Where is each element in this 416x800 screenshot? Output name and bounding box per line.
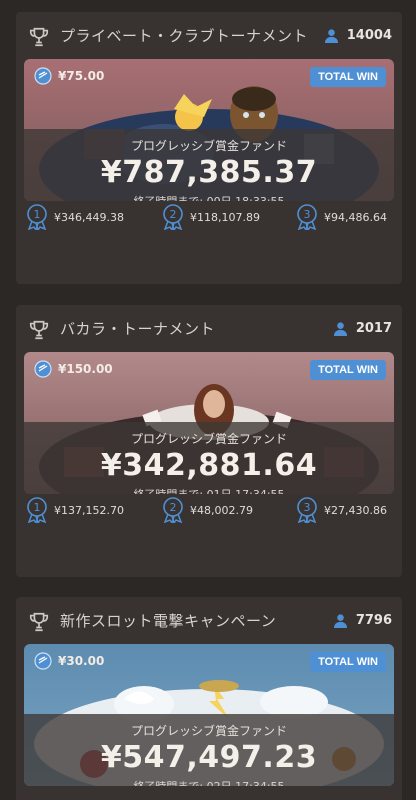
svg-text:3: 3	[304, 208, 311, 221]
medal-3-icon: 3	[297, 204, 317, 230]
tournament-card-1[interactable]: プライベート・クラブトーナメント 14004 ¥75.00 TOTAL WIN …	[16, 12, 402, 284]
fund-label: プログレッシブ賞金ファンド	[130, 724, 287, 738]
prize-2: 2 ¥118,107.89	[162, 204, 260, 230]
prize-1-value: ¥137,152.70	[54, 503, 124, 517]
medal-2-icon: 2	[163, 497, 183, 523]
prize-1: 1 ¥137,152.70	[26, 497, 124, 523]
medal-1-icon: 1	[27, 497, 47, 523]
tournament-title: バカラ・トーナメント	[60, 320, 216, 338]
prize-1-value: ¥346,449.38	[54, 210, 124, 224]
total-win-badge: TOTAL WIN	[310, 652, 386, 672]
trophy-icon	[29, 27, 49, 47]
entry-bet-value: ¥30.00	[58, 654, 105, 668]
prize-2: 2 ¥48,002.79	[162, 497, 253, 523]
prize-3: 3 ¥27,430.86	[296, 497, 387, 523]
user-icon	[333, 322, 347, 336]
prize-1: 1 ¥346,449.38	[26, 204, 124, 230]
total-win-badge: TOTAL WIN	[310, 360, 386, 380]
svg-text:2: 2	[170, 208, 177, 221]
prize-3-value: ¥27,430.86	[324, 503, 387, 517]
coin-icon	[34, 67, 52, 85]
coin-icon	[34, 652, 52, 670]
svg-text:2: 2	[170, 501, 177, 514]
prize-2-value: ¥118,107.89	[190, 210, 260, 224]
svg-text:3: 3	[304, 501, 311, 514]
prize-list: 1 ¥346,449.38 2 ¥118,107.89 3 ¥94,486.64	[16, 204, 402, 240]
card-header: プライベート・クラブトーナメント 14004	[16, 12, 402, 60]
time-remaining: 終了時間まで: 02日 17:34:55	[24, 778, 394, 786]
fund-label: プログレッシブ賞金ファンド	[130, 139, 287, 153]
tournament-title: プライベート・クラブトーナメント	[60, 27, 309, 45]
jackpot-amount: ¥787,385.37	[100, 155, 318, 190]
coin-icon	[34, 360, 52, 378]
jackpot-amount: ¥547,497.23	[100, 740, 318, 775]
total-win-badge: TOTAL WIN	[310, 67, 386, 87]
svg-text:1: 1	[34, 501, 41, 514]
entry-bet: ¥75.00	[34, 67, 104, 85]
trophy-icon	[29, 320, 49, 340]
user-icon	[324, 29, 338, 43]
player-count: 7796	[333, 613, 392, 628]
tournament-banner[interactable]: ¥150.00 TOTAL WIN プログレッシブ賞金ファンド ¥342,881…	[24, 352, 394, 494]
medal-2-icon: 2	[163, 204, 183, 230]
entry-bet-value: ¥150.00	[58, 362, 113, 376]
medal-3-icon: 3	[297, 497, 317, 523]
prize-3: 3 ¥94,486.64	[296, 204, 387, 230]
tournament-title: 新作スロット電撃キャンペーン	[60, 612, 277, 630]
entry-bet-value: ¥75.00	[58, 69, 105, 83]
player-count: 14004	[324, 28, 392, 43]
time-remaining: 終了時間まで: 01日 17:34:55	[24, 486, 394, 494]
tournament-banner[interactable]: ¥75.00 TOTAL WIN プログレッシブ賞金ファンド ¥787,385.…	[24, 59, 394, 201]
jackpot-amount: ¥342,881.64	[100, 448, 318, 483]
user-icon	[333, 614, 347, 628]
fund-label: プログレッシブ賞金ファンド	[130, 432, 287, 446]
tournament-card-3[interactable]: 新作スロット電撃キャンペーン 7796 ¥30.00 TOTAL WIN プログ…	[16, 597, 402, 800]
player-count-value: 2017	[355, 321, 392, 336]
entry-bet: ¥30.00	[34, 652, 104, 670]
entry-bet: ¥150.00	[34, 360, 113, 378]
prize-2-value: ¥48,002.79	[190, 503, 253, 517]
player-count-value: 14004	[346, 28, 392, 43]
medal-1-icon: 1	[27, 204, 47, 230]
tournament-card-2[interactable]: バカラ・トーナメント 2017 ¥150.00 TOTAL WIN プログレッシ…	[16, 305, 402, 577]
player-count: 2017	[333, 321, 392, 336]
player-count-value: 7796	[355, 613, 392, 628]
trophy-icon	[29, 612, 49, 632]
card-header: 新作スロット電撃キャンペーン 7796	[16, 597, 402, 645]
svg-text:1: 1	[34, 208, 41, 221]
tournament-banner[interactable]: ¥30.00 TOTAL WIN プログレッシブ賞金ファンド ¥547,497.…	[24, 644, 394, 786]
prize-list: 1 ¥137,152.70 2 ¥48,002.79 3 ¥27,430.86	[16, 497, 402, 533]
prize-3-value: ¥94,486.64	[324, 210, 387, 224]
card-header: バカラ・トーナメント 2017	[16, 305, 402, 353]
time-remaining: 終了時間まで: 00日 18:33:55	[24, 193, 394, 201]
